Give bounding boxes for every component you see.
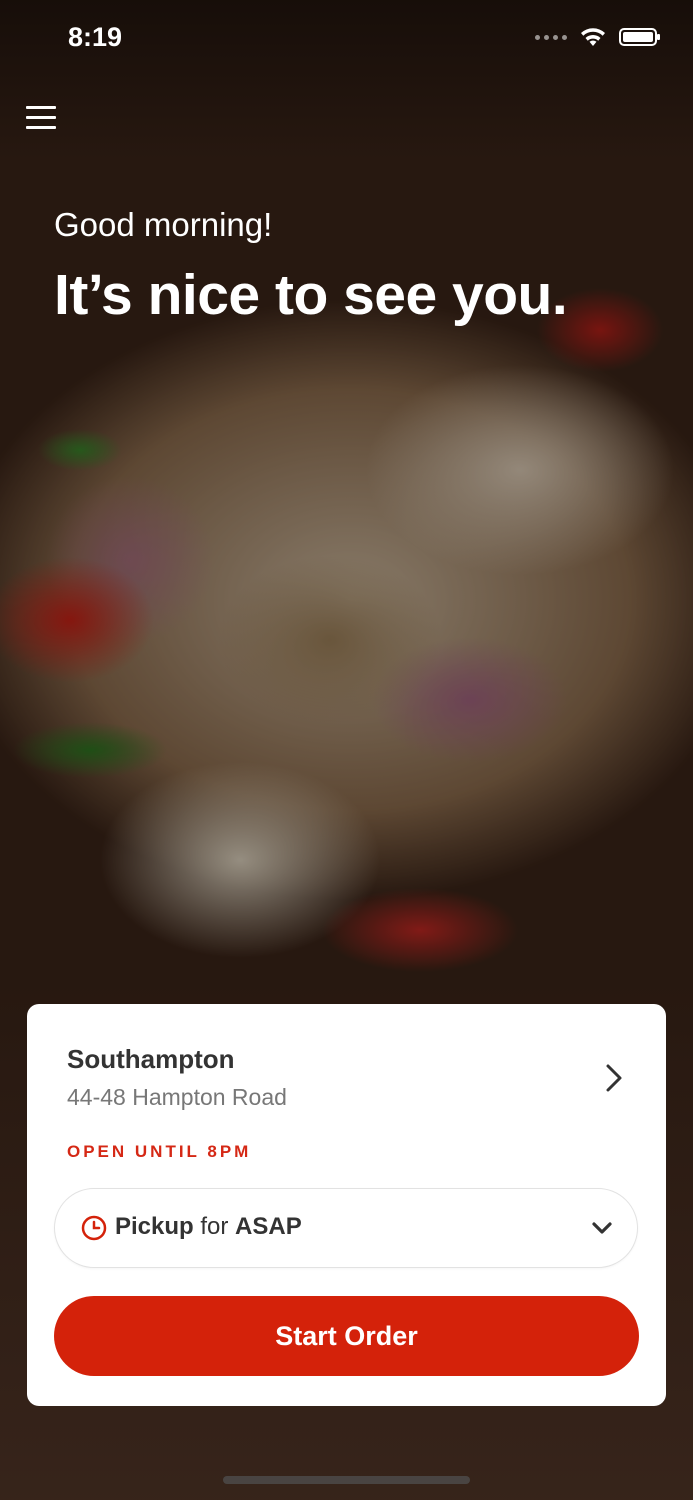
wifi-icon [581, 28, 605, 46]
start-order-button[interactable]: Start Order [54, 1296, 639, 1376]
pickup-time: ASAP [235, 1213, 302, 1240]
open-status-label: OPEN UNTIL 8PM [67, 1142, 252, 1161]
clock-icon [81, 1215, 107, 1241]
pickup-connector: for [193, 1213, 236, 1240]
signal-icon [535, 34, 567, 40]
store-address: 44-48 Hampton Road [67, 1084, 287, 1110]
home-indicator [223, 1476, 470, 1484]
pickup-time-select[interactable]: Pickup for ASAP [54, 1188, 638, 1268]
store-name: Southampton [67, 1044, 235, 1074]
pickup-mode: Pickup [115, 1213, 194, 1240]
headline-text: It’s nice to see you. [54, 263, 568, 327]
greeting-text: Good morning! [54, 206, 273, 243]
store-card: Southampton 44-48 Hampton Road OPEN UNTI… [27, 1004, 666, 1406]
hamburger-menu-icon[interactable] [26, 106, 56, 132]
chevron-right-icon[interactable] [600, 1062, 628, 1094]
chevron-down-icon [592, 1222, 612, 1234]
status-icons [535, 26, 660, 48]
pickup-summary: Pickup for ASAP [115, 1213, 302, 1241]
battery-icon [619, 28, 660, 46]
status-time: 8:19 [68, 22, 123, 52]
